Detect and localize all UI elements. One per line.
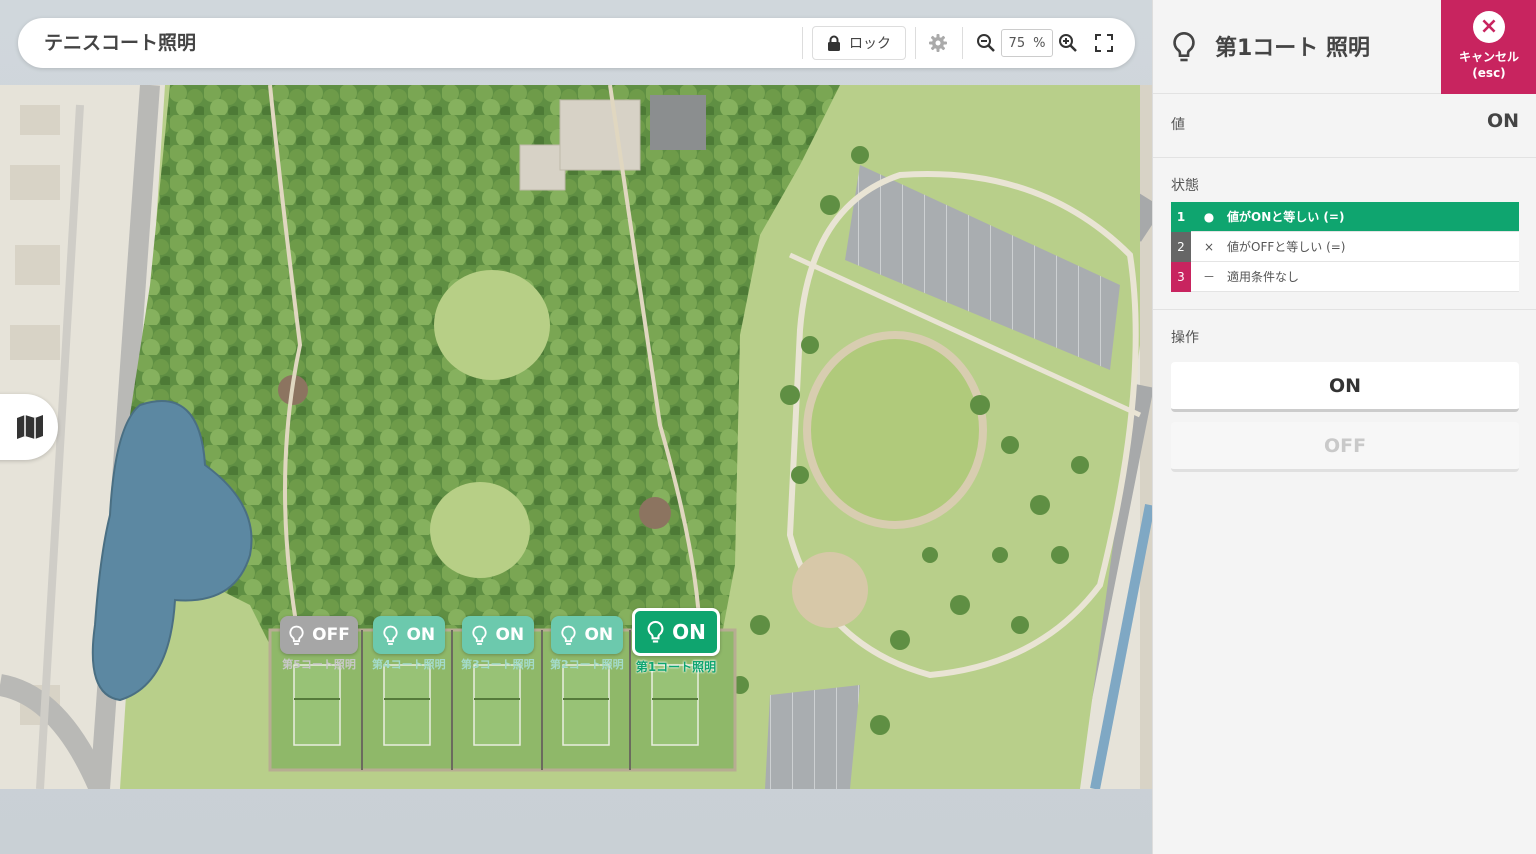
status-label: 状態 xyxy=(1171,178,1199,194)
condition-number: 1 xyxy=(1171,201,1191,232)
light-marker-court-1[interactable]: ON 第1コート照明 xyxy=(632,608,720,675)
zoom-unit: % xyxy=(1033,35,1046,51)
marker-state: ON xyxy=(672,620,706,644)
lock-label: ロック xyxy=(849,36,891,52)
bulb-icon xyxy=(647,620,664,643)
map-toolbar: テニスコート照明 ロック 75 % xyxy=(18,18,1135,68)
fullscreen-button[interactable] xyxy=(1092,31,1116,55)
lock-icon xyxy=(828,35,840,51)
zoom-out-button[interactable] xyxy=(974,31,998,55)
fullscreen-icon xyxy=(1095,34,1113,52)
light-marker-court-5[interactable]: OFF 第5コート照明 xyxy=(280,616,358,672)
detail-panel: 第1コート 照明 × キャンセル (esc) 値 ON 状態 1 ● 値がONと… xyxy=(1152,0,1536,854)
condition-text: 値がOFFと等しい (=) xyxy=(1227,240,1346,254)
cancel-label: キャンセル xyxy=(1458,50,1519,64)
cancel-hint: (esc) xyxy=(1472,66,1506,80)
panel-header: 第1コート 照明 × キャンセル (esc) xyxy=(1153,0,1536,94)
park-map[interactable] xyxy=(0,85,1152,789)
zoom-value: 75 xyxy=(1008,35,1026,51)
dash-icon: － xyxy=(1202,270,1215,284)
page-title: テニスコート照明 xyxy=(44,32,197,54)
value-row: 値 ON xyxy=(1153,94,1536,158)
divider xyxy=(1153,309,1536,310)
value-label: 値 xyxy=(1171,117,1185,133)
condition-number: 2 xyxy=(1171,231,1191,262)
bulb-icon xyxy=(1173,31,1195,62)
zoom-in-button[interactable] xyxy=(1056,31,1080,55)
condition-number: 3 xyxy=(1171,261,1191,292)
toolbar-divider xyxy=(962,27,963,59)
gear-icon xyxy=(929,34,947,52)
condition-item[interactable]: 1 ● 値がONと等しい (=) xyxy=(1171,201,1519,232)
marker-state: ON xyxy=(584,625,614,645)
circle-icon: ● xyxy=(1203,209,1215,224)
condition-list: 1 ● 値がONと等しい (=) 2 × 値がOFFと等しい (=) 3 － 適… xyxy=(1171,201,1519,292)
light-marker-court-3[interactable]: ON 第3コート照明 xyxy=(461,616,535,672)
bulb-icon xyxy=(561,625,577,645)
cancel-button[interactable]: × キャンセル (esc) xyxy=(1441,0,1536,94)
condition-item[interactable]: 2 × 値がOFFと等しい (=) xyxy=(1171,231,1519,262)
park-map-illustration xyxy=(0,85,1152,789)
bulb-icon xyxy=(289,625,304,645)
off-button[interactable]: OFF xyxy=(1171,422,1519,472)
marker-label: 第4コート照明 xyxy=(372,658,446,671)
marker-state: OFF xyxy=(312,625,350,645)
marker-pill: ON xyxy=(550,616,623,654)
condition-text: 適用条件なし xyxy=(1227,270,1300,284)
on-button[interactable]: ON xyxy=(1171,362,1519,412)
workspace: OFF 第5コート照明 ON 第4コート照明 ON 第3コート照明 ON 第2コ… xyxy=(0,0,1152,854)
marker-label: 第2コート照明 xyxy=(550,658,624,671)
map-icon xyxy=(17,415,43,439)
marker-pill: ON xyxy=(372,616,445,654)
bulb-icon xyxy=(472,625,488,645)
marker-pill: OFF xyxy=(280,616,358,654)
panel-title: 第1コート 照明 xyxy=(1215,36,1370,61)
cross-icon: × xyxy=(1203,239,1215,254)
toolbar-divider xyxy=(802,27,803,59)
zoom-in-icon xyxy=(1059,34,1077,52)
lock-button[interactable]: ロック xyxy=(812,26,906,60)
condition-item[interactable]: 3 － 適用条件なし xyxy=(1171,261,1519,292)
marker-label: 第5コート照明 xyxy=(282,658,356,671)
toolbar-divider xyxy=(915,27,916,59)
marker-pill-selected: ON xyxy=(632,608,720,656)
close-icon: × xyxy=(1473,11,1505,43)
zoom-level-input[interactable]: 75 % xyxy=(1001,29,1053,57)
marker-state: ON xyxy=(495,625,525,645)
light-marker-court-2[interactable]: ON 第2コート照明 xyxy=(550,616,624,672)
condition-text: 値がONと等しい (=) xyxy=(1227,210,1345,224)
value-display: ON xyxy=(1486,110,1519,132)
settings-button[interactable] xyxy=(926,31,950,55)
marker-pill: ON xyxy=(461,616,534,654)
zoom-out-icon xyxy=(977,34,995,52)
bulb-icon xyxy=(383,625,399,645)
marker-state: ON xyxy=(406,625,436,645)
marker-label: 第3コート照明 xyxy=(461,658,535,671)
light-marker-court-4[interactable]: ON 第4コート照明 xyxy=(372,616,446,672)
operation-label: 操作 xyxy=(1171,330,1199,346)
marker-label: 第1コート照明 xyxy=(635,660,717,674)
